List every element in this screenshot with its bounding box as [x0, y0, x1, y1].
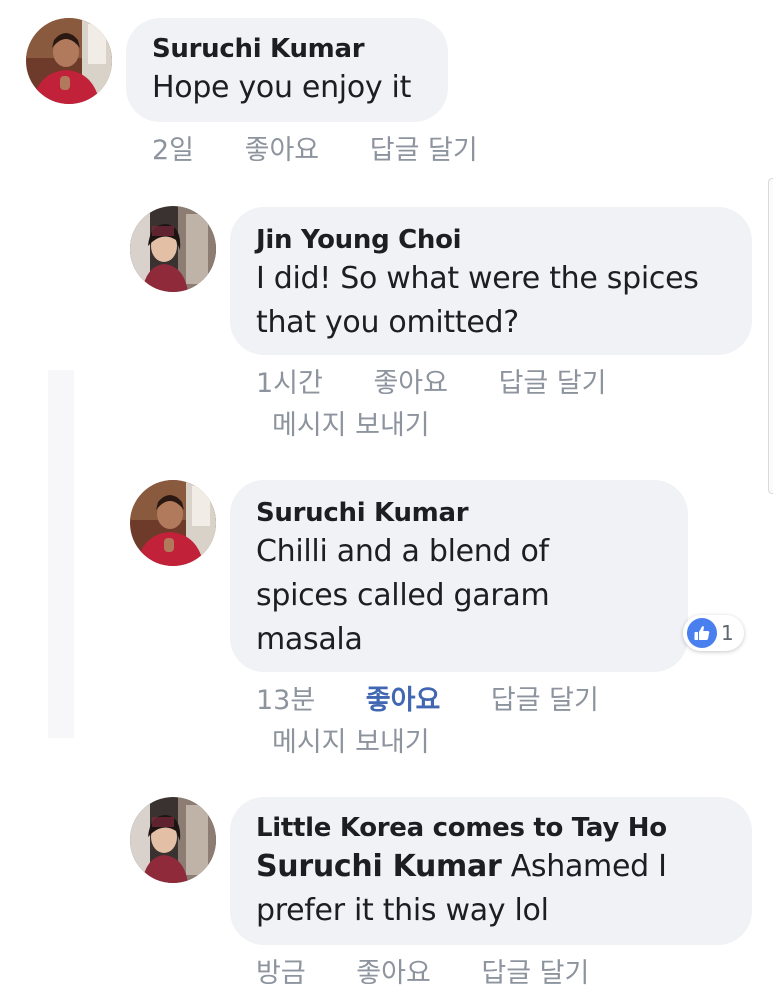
comment-text-line-1: Suruchi Kumar Ashamed I: [256, 845, 752, 889]
like-button-active[interactable]: 좋아요: [366, 678, 441, 717]
comment-author[interactable]: Suruchi Kumar: [152, 34, 448, 64]
comment-timestamp[interactable]: 방금: [256, 951, 306, 990]
avatar-little-korea[interactable]: [130, 797, 216, 883]
like-button[interactable]: 좋아요: [245, 128, 320, 167]
like-button[interactable]: 좋아요: [373, 361, 448, 400]
comment-text-line-3: masala: [256, 622, 363, 657]
reply-button[interactable]: 답글 달기: [370, 128, 478, 167]
comment-author[interactable]: Little Korea comes to Tay Ho: [256, 813, 752, 843]
comment-text-line-1-rest: Ashamed I: [501, 849, 667, 884]
comment-bubble: Suruchi Kumar Hope you enjoy it: [126, 18, 448, 122]
avatar-suruchi-kumar-photo: [26, 18, 112, 104]
like-reaction-icon: [687, 618, 717, 648]
mention-link[interactable]: Suruchi Kumar: [256, 849, 502, 884]
comment-actions-row-2: 메시지 보내기: [272, 720, 430, 759]
like-button[interactable]: 좋아요: [356, 951, 431, 990]
comment-thread: Suruchi Kumar Hope you enjoy it 2일 좋아요 답…: [0, 0, 773, 1007]
scrollbar[interactable]: [768, 178, 773, 494]
reply-button[interactable]: 답글 달기: [481, 951, 589, 990]
comment-text: Hope you enjoy it: [152, 70, 412, 105]
avatar-suruchi-kumar-photo: [130, 480, 216, 566]
comment-text-line-1: I did! So what were the spices: [256, 261, 699, 296]
reply-button[interactable]: 답글 달기: [491, 678, 599, 717]
comment-bubble: Suruchi Kumar Chilli and a blend of spic…: [230, 480, 688, 672]
avatar-jin-young-choi[interactable]: [130, 206, 216, 292]
avatar-suruchi-kumar[interactable]: [26, 18, 112, 104]
thread-indent-column: [48, 370, 74, 738]
comment-text-line-2: that you omitted?: [256, 305, 519, 340]
avatar-little-korea-photo: [130, 797, 216, 883]
reaction-summary[interactable]: 1: [683, 615, 744, 651]
comment-bubble: Little Korea comes to Tay Ho Suruchi Kum…: [230, 797, 752, 945]
comment-author[interactable]: Suruchi Kumar: [256, 498, 688, 528]
comment-timestamp[interactable]: 2일: [152, 128, 194, 167]
avatar-jin-young-choi-photo: [130, 206, 216, 292]
comment-timestamp[interactable]: 13분: [256, 678, 315, 717]
reaction-count: 1: [721, 621, 734, 645]
comment-text-line-1: Chilli and a blend of: [256, 534, 549, 569]
avatar-suruchi-kumar[interactable]: [130, 480, 216, 566]
comment-author[interactable]: Jin Young Choi: [256, 225, 752, 255]
send-message-button[interactable]: 메시지 보내기: [272, 720, 430, 759]
comment-text-line-2: prefer it this way lol: [256, 893, 549, 928]
comment-actions: 방금 좋아요 답글 달기: [256, 951, 589, 990]
send-message-button[interactable]: 메시지 보내기: [272, 403, 430, 442]
comment-bubble: Jin Young Choi I did! So what were the s…: [230, 207, 752, 355]
comment-text-line-2: spices called garam: [256, 578, 550, 613]
comment-actions: 2일 좋아요 답글 달기: [152, 128, 478, 167]
comment-actions: 1시간 좋아요 답글 달기: [256, 361, 607, 400]
reply-button[interactable]: 답글 달기: [499, 361, 607, 400]
comment-timestamp[interactable]: 1시간: [256, 361, 323, 400]
comment-actions-row-2: 메시지 보내기: [272, 403, 430, 442]
comment-actions: 13분 좋아요 답글 달기: [256, 678, 599, 717]
